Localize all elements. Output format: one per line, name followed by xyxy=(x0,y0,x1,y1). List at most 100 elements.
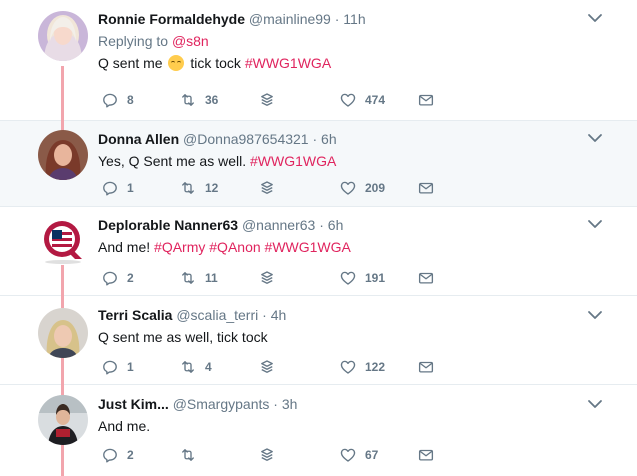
author-name[interactable]: Deplorable Nanner63 xyxy=(98,217,238,233)
tweet-kim[interactable]: Just Kim... @Smargypants · 3h And me. 2 … xyxy=(0,385,637,476)
replying-prefix: Replying to xyxy=(98,33,172,49)
separator-dot: · xyxy=(262,307,267,323)
tweet-terri[interactable]: Terri Scalia @scalia_terri · 4h Q sent m… xyxy=(0,296,637,385)
avatar[interactable] xyxy=(38,215,88,265)
reply-count: 2 xyxy=(127,448,134,462)
like-count: 191 xyxy=(365,271,386,285)
message-button[interactable] xyxy=(417,178,435,198)
avatar[interactable] xyxy=(38,130,88,180)
like-button[interactable]: 191 xyxy=(339,268,385,288)
envelope-icon xyxy=(417,91,435,109)
hashtag-link[interactable]: #WWG1WGA xyxy=(265,239,351,255)
timestamp[interactable]: 3h xyxy=(282,396,298,412)
retweet-button[interactable]: 12 xyxy=(179,178,218,198)
tweet-text: Yes, Q Sent me as well. #WWG1WGA xyxy=(98,151,597,171)
stack-icon xyxy=(258,446,276,464)
chevron-down-icon[interactable] xyxy=(587,12,603,24)
envelope-icon xyxy=(417,179,435,197)
stack-icon xyxy=(258,269,276,287)
reply-count: 1 xyxy=(127,181,134,195)
stack-button[interactable] xyxy=(258,268,276,288)
tweet-text: Q sent me tick tock #WWG1WGA xyxy=(98,53,597,73)
hashtag-link[interactable]: #WWG1WGA xyxy=(250,153,336,169)
hashtag-link[interactable]: #WWG1WGA xyxy=(245,55,331,71)
author-name[interactable]: Ronnie Formaldehyde xyxy=(98,11,245,27)
stack-icon xyxy=(258,91,276,109)
message-button[interactable] xyxy=(417,268,435,288)
retweet-count: 12 xyxy=(205,181,219,195)
envelope-icon xyxy=(417,269,435,287)
thread-connector xyxy=(61,66,64,121)
reply-count: 1 xyxy=(127,360,134,374)
avatar[interactable] xyxy=(38,395,88,445)
thread-connector xyxy=(61,265,64,296)
timestamp[interactable]: 6h xyxy=(321,131,337,147)
author-handle[interactable]: @nanner63 xyxy=(242,217,315,233)
retweet-button[interactable]: 11 xyxy=(179,268,218,288)
retweet-count: 11 xyxy=(205,271,218,285)
avatar[interactable] xyxy=(38,308,88,358)
tweet-text: And me! #QArmy #QAnon #WWG1WGA xyxy=(98,237,597,257)
stack-button[interactable] xyxy=(258,90,276,110)
author-handle[interactable]: @scalia_terri xyxy=(176,307,258,323)
thread-connector xyxy=(61,296,64,308)
reply-button[interactable]: 1 xyxy=(101,357,134,377)
hashtag-link[interactable]: #QArmy xyxy=(154,239,205,255)
reply-button[interactable]: 1 xyxy=(101,178,134,198)
thread-connector xyxy=(61,385,64,395)
retweet-icon xyxy=(179,269,197,287)
retweet-button[interactable]: 36 xyxy=(179,90,218,110)
tweet-text: Q sent me as well, tick tock xyxy=(98,329,268,345)
like-button[interactable]: 67 xyxy=(339,445,378,465)
like-count: 209 xyxy=(365,181,386,195)
like-count: 67 xyxy=(365,448,379,462)
reply-button[interactable]: 8 xyxy=(101,90,134,110)
like-button[interactable]: 122 xyxy=(339,357,385,377)
reply-button[interactable]: 2 xyxy=(101,268,134,288)
author-handle[interactable]: @mainline99 xyxy=(249,11,331,27)
author-name[interactable]: Terri Scalia xyxy=(98,307,172,323)
message-button[interactable] xyxy=(417,90,435,110)
heart-icon xyxy=(339,179,357,197)
author-name[interactable]: Donna Allen xyxy=(98,131,179,147)
hashtag-link[interactable]: #QAnon xyxy=(209,239,260,255)
chevron-down-icon[interactable] xyxy=(587,132,603,144)
stack-button[interactable] xyxy=(258,178,276,198)
retweet-count: 36 xyxy=(205,93,219,107)
reply-count: 2 xyxy=(127,271,134,285)
retweet-icon xyxy=(179,179,197,197)
author-handle[interactable]: @Donna987654321 xyxy=(183,131,309,147)
like-count: 474 xyxy=(365,93,386,107)
retweet-button[interactable]: 4 xyxy=(179,357,212,377)
chevron-down-icon[interactable] xyxy=(587,309,603,321)
replying-to-link[interactable]: @s8n xyxy=(172,33,209,49)
chevron-down-icon[interactable] xyxy=(587,398,603,410)
envelope-icon xyxy=(417,446,435,464)
author-handle[interactable]: @Smargypants xyxy=(173,396,270,412)
chevron-down-icon[interactable] xyxy=(587,218,603,230)
message-button[interactable] xyxy=(417,357,435,377)
timestamp[interactable]: 11h xyxy=(343,11,365,27)
reply-icon xyxy=(101,91,119,109)
reply-button[interactable]: 2 xyxy=(101,445,134,465)
author-name[interactable]: Just Kim... xyxy=(98,396,169,412)
heart-icon xyxy=(339,269,357,287)
heart-icon xyxy=(339,446,357,464)
tweet-text-part: Q sent me xyxy=(98,55,167,71)
retweet-count: 4 xyxy=(205,360,212,374)
tweet-nanner[interactable]: Deplorable Nanner63 @nanner63 · 6h And m… xyxy=(0,207,637,296)
thread-connector xyxy=(61,445,64,476)
timestamp[interactable]: 6h xyxy=(328,217,344,233)
avatar[interactable] xyxy=(38,11,88,61)
retweet-button[interactable] xyxy=(179,445,205,465)
tweet-donna[interactable]: Donna Allen @Donna987654321 · 6h Yes, Q … xyxy=(0,121,637,207)
retweet-icon xyxy=(179,358,197,376)
stack-button[interactable] xyxy=(258,357,276,377)
like-button[interactable]: 209 xyxy=(339,178,385,198)
message-button[interactable] xyxy=(417,445,435,465)
timestamp[interactable]: 4h xyxy=(271,307,287,323)
like-button[interactable]: 474 xyxy=(339,90,385,110)
stack-button[interactable] xyxy=(258,445,276,465)
tweet-ronnie[interactable]: Ronnie Formaldehyde @mainline99 · 11h Re… xyxy=(0,0,637,121)
stack-icon xyxy=(258,179,276,197)
